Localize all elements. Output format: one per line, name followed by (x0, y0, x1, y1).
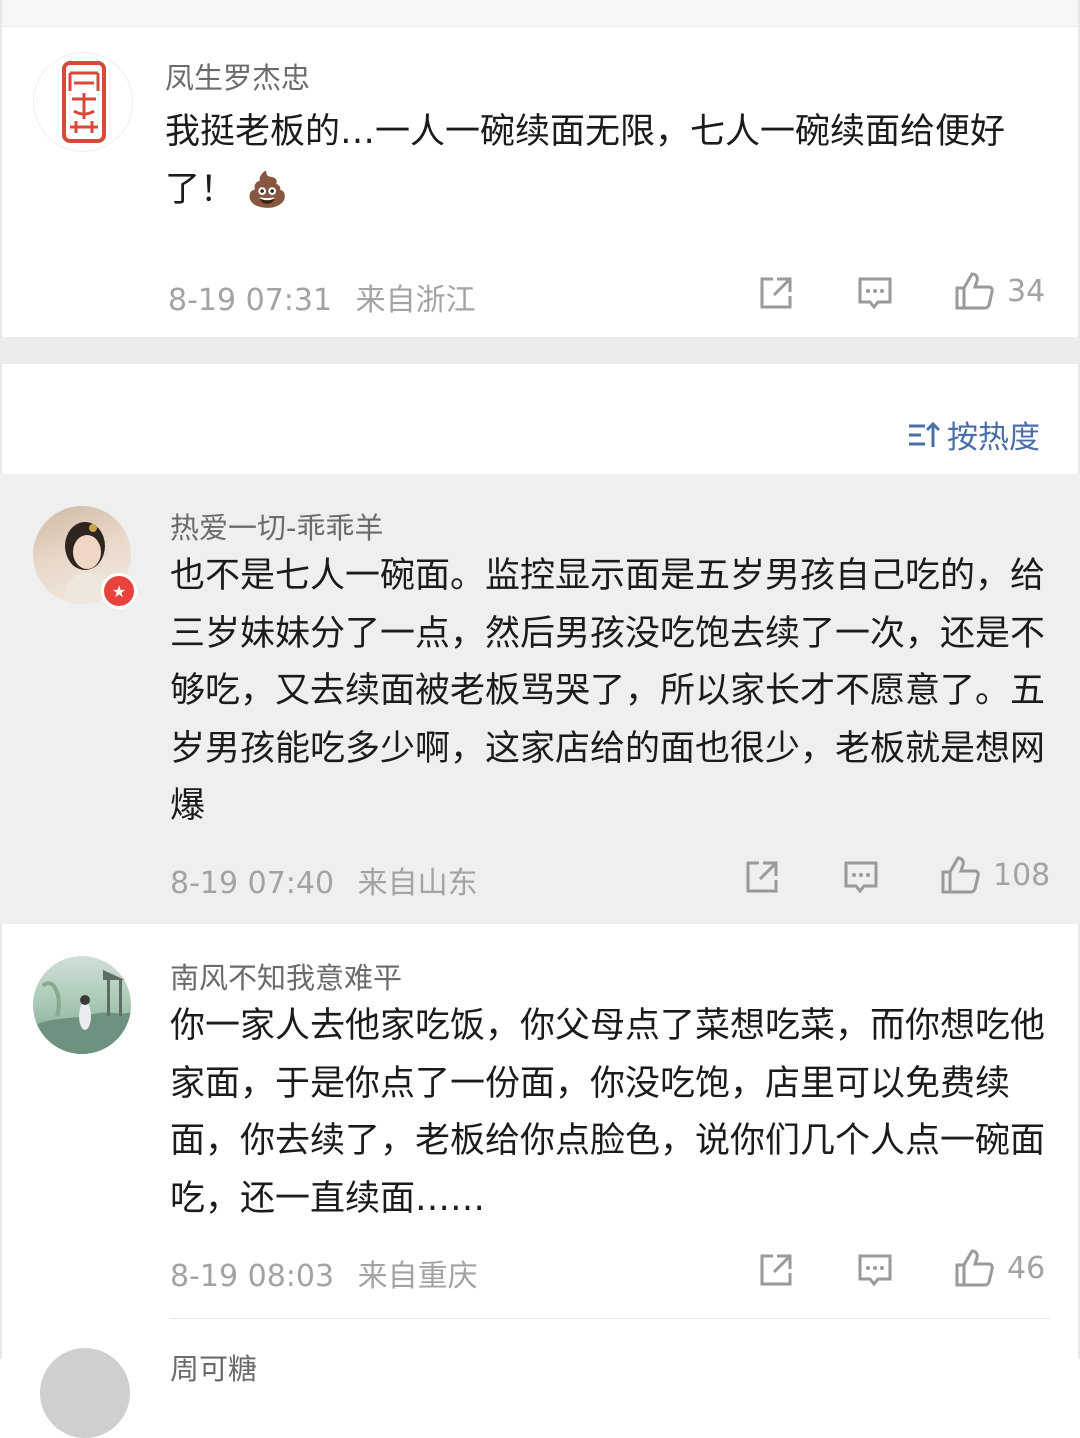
section-separator (0, 337, 1080, 364)
like-button[interactable]: 108 (939, 854, 1050, 896)
comment-meta: 8-19 07:40 来自山东 (170, 858, 478, 902)
verified-badge-icon: ★ (101, 573, 137, 609)
avatar-partial[interactable] (40, 1348, 130, 1438)
username[interactable]: 凤生罗杰忠 (165, 55, 310, 97)
comment-meta: 8-19 07:31 来自浙江 (168, 275, 476, 319)
share-button[interactable] (757, 1251, 795, 1289)
share-button[interactable] (743, 858, 781, 896)
thumbs-up-icon (941, 856, 980, 894)
comment-location: 来自重庆 (357, 1259, 478, 1294)
reply-button[interactable] (856, 1251, 894, 1289)
comment-divider (170, 1318, 1050, 1319)
comment-icon (844, 861, 878, 894)
share-icon (746, 861, 778, 893)
comment-location: 来自山东 (357, 866, 478, 901)
avatar-painting[interactable] (33, 956, 131, 1054)
like-count: 34 (1007, 273, 1046, 309)
comment-text: 也不是七人一碗面。监控显示面是五岁男孩自己吃的，给三岁妹妹分了一点，然后男孩没吃… (170, 556, 1046, 826)
comment-icon (858, 277, 892, 310)
comment-meta: 8-19 08:03 来自重庆 (170, 1251, 478, 1295)
username[interactable]: 南风不知我意难平 (170, 955, 402, 997)
like-button[interactable]: 46 (953, 1247, 1045, 1289)
comment-location: 来自浙江 (355, 283, 476, 318)
comment-date: 8-19 07:31 (168, 283, 333, 318)
like-button[interactable]: 34 (953, 270, 1045, 312)
like-count: 108 (993, 857, 1051, 893)
avatar-seal[interactable] (33, 52, 133, 152)
thumbs-up-icon (955, 272, 994, 310)
reply-button[interactable] (856, 274, 894, 312)
comment-icon (858, 1254, 892, 1287)
thumbs-up-icon (955, 1249, 994, 1287)
comment-text-content: 我挺老板的…一人一碗续面无限，七人一碗续面给便好了！ (165, 112, 1006, 210)
sort-by-hot-button[interactable]: 按热度 (907, 412, 1040, 457)
sort-label: 按热度 (947, 420, 1040, 456)
username[interactable]: 周可糖 (170, 1346, 257, 1388)
comment-text: 你一家人去他家吃饭，你父母点了菜想吃菜，而你想吃他家面，于是你点了一份面，你没吃… (170, 1006, 1046, 1219)
share-icon (760, 1254, 792, 1286)
poop-emoji-icon: 💩 (246, 169, 289, 210)
like-count: 46 (1007, 1250, 1046, 1286)
comment-date: 8-19 07:40 (170, 866, 335, 901)
top-edge (0, 0, 1080, 27)
username[interactable]: 热爱一切-乖乖羊 (170, 505, 383, 547)
comment-date: 8-19 08:03 (170, 1259, 335, 1294)
reply-button[interactable] (842, 858, 880, 896)
share-icon (760, 277, 792, 309)
share-button[interactable] (757, 274, 795, 312)
comment-text: 我挺老板的…一人一碗续面无限，七人一碗续面给便好了！ 💩 (165, 104, 1045, 219)
sort-icon (909, 421, 941, 447)
